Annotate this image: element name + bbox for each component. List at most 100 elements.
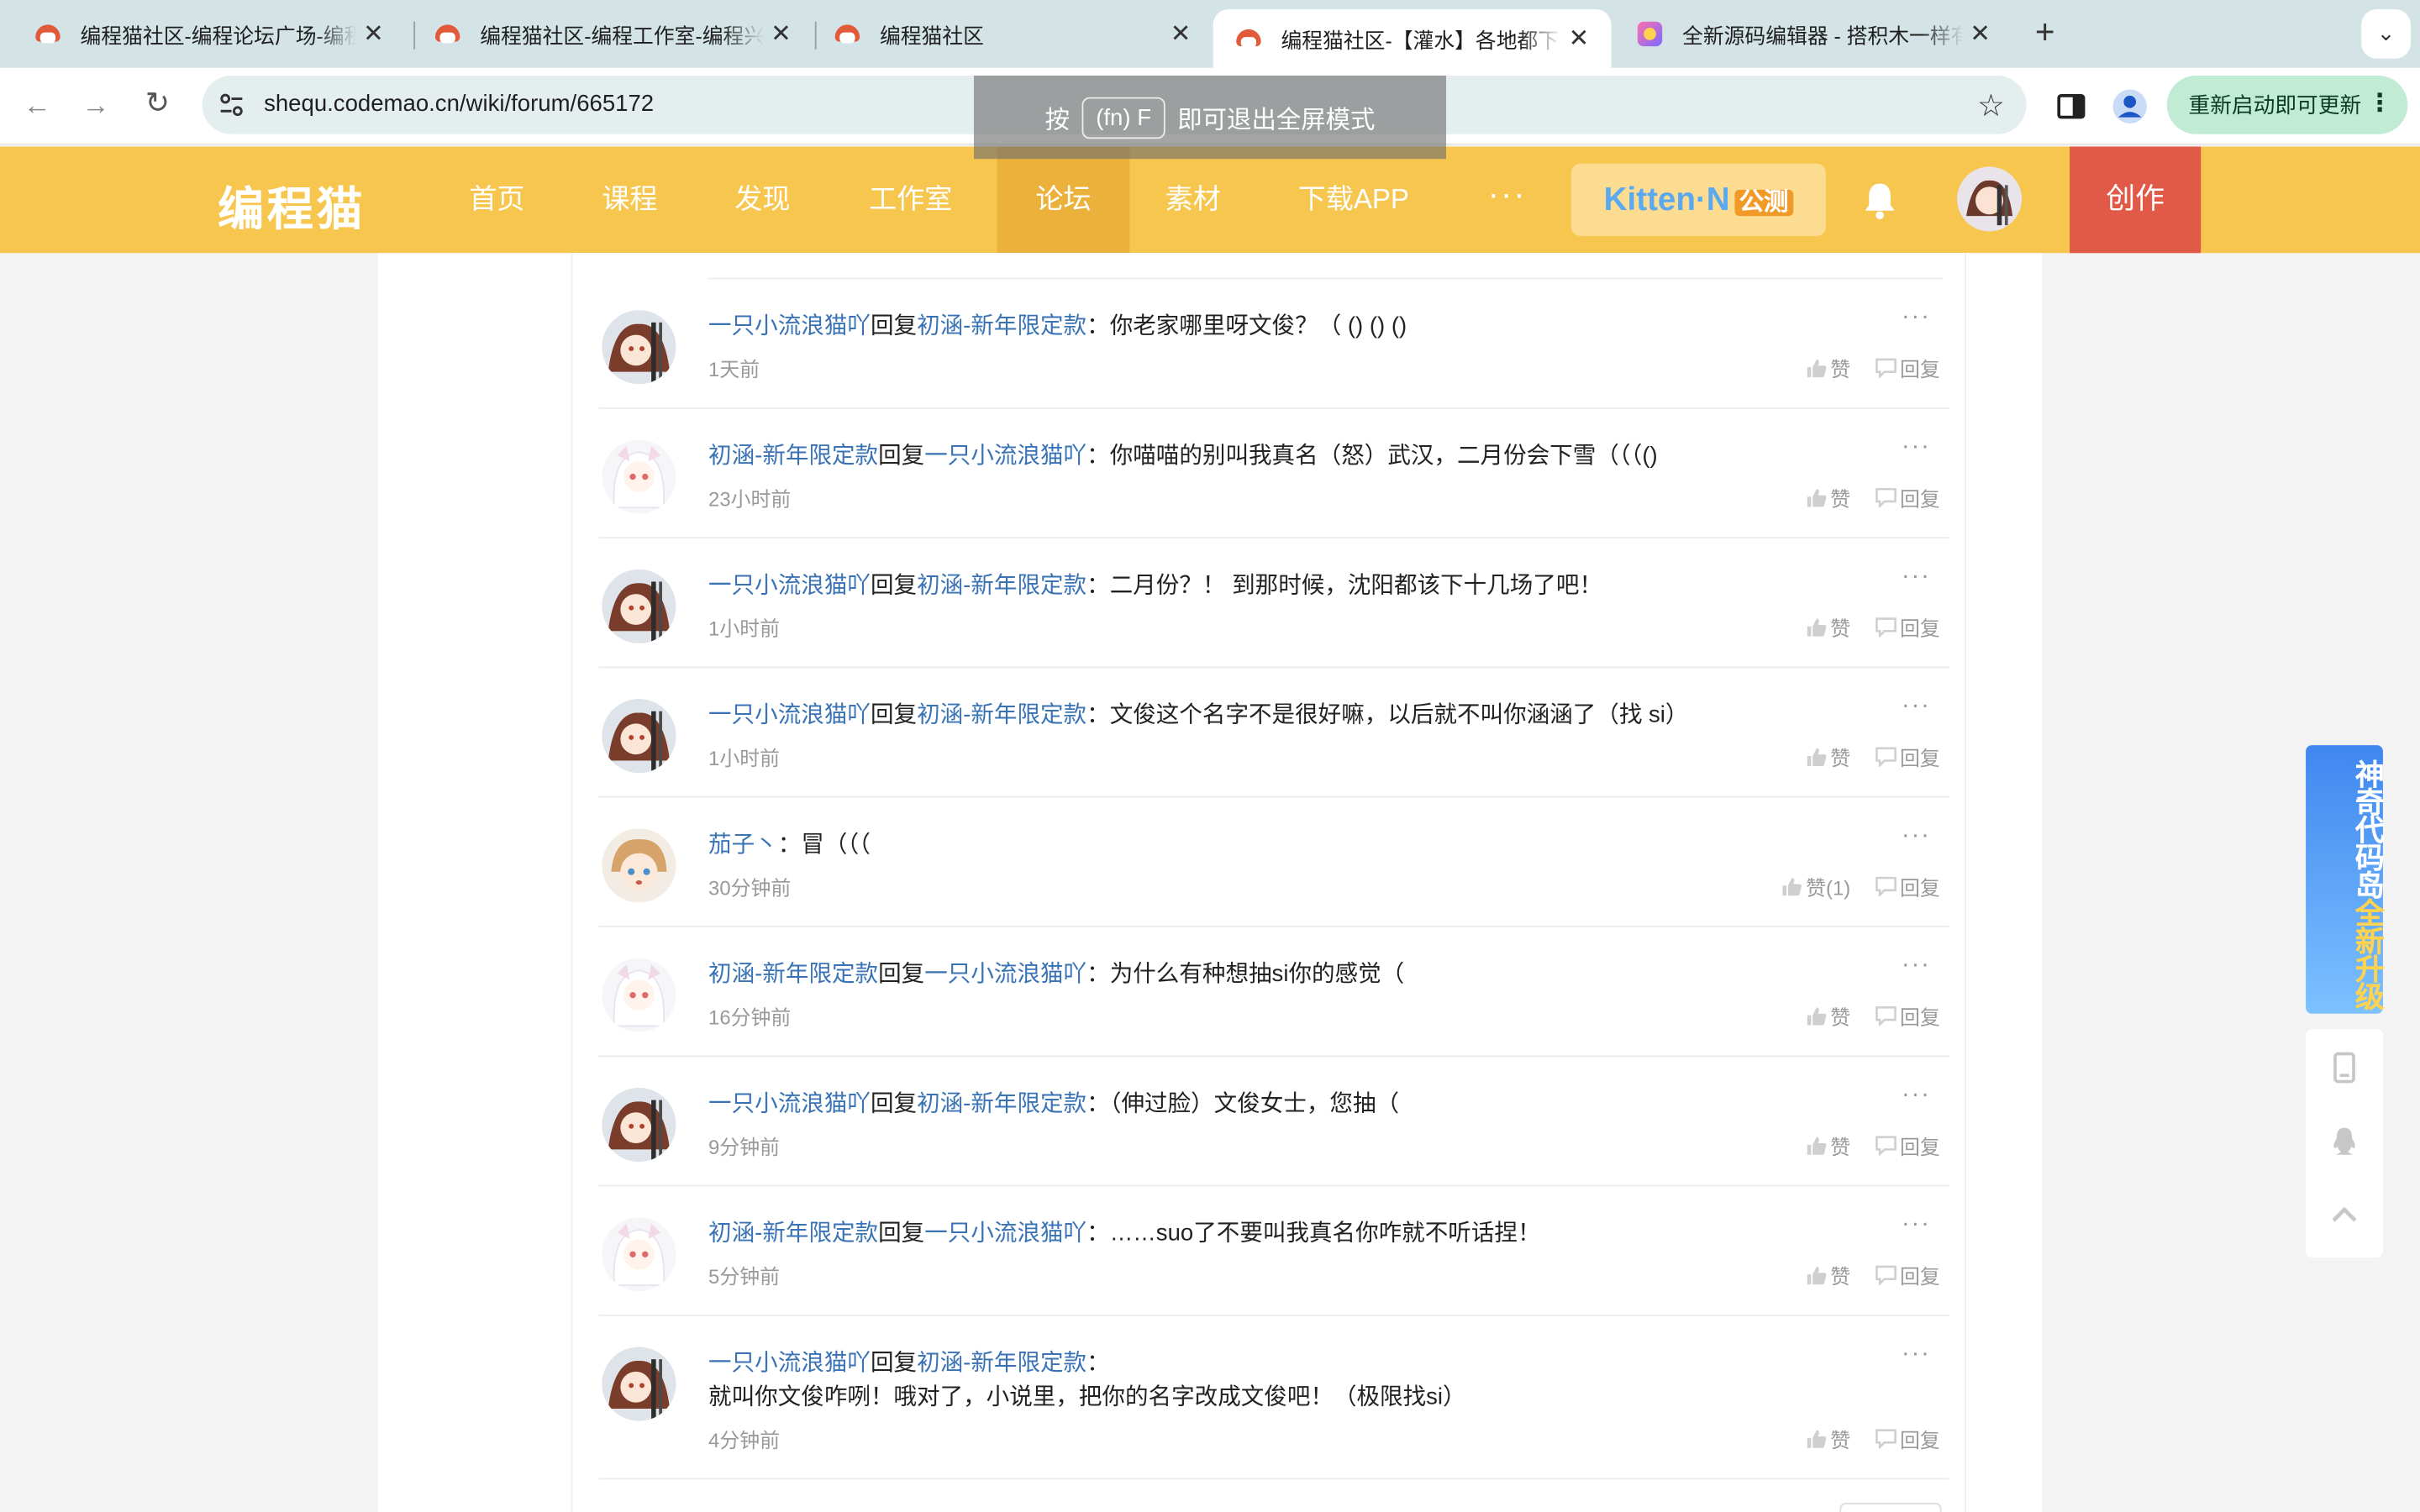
code-island-promo-banner[interactable]: 神奇代码岛全新升级 — [2306, 745, 2383, 1014]
reply-target-link[interactable]: 初涵-新年限定款 — [917, 313, 1086, 339]
close-icon[interactable]: ✕ — [764, 18, 797, 50]
cat-avatar[interactable] — [602, 1087, 676, 1163]
url-text[interactable]: shequ.codemao.cn/wiki/forum/665172 — [264, 91, 654, 117]
reply-button[interactable]: 回复 — [1876, 1001, 1940, 1031]
back-to-top-button[interactable] — [2306, 1179, 2383, 1252]
nav-courses[interactable]: 课程 — [566, 146, 693, 253]
site-settings-icon[interactable] — [218, 91, 245, 118]
more-options-icon[interactable]: ··· — [1902, 952, 1931, 979]
more-options-icon[interactable]: ··· — [1902, 1082, 1931, 1110]
site-logo[interactable]: 编程猫 — [218, 171, 366, 239]
close-icon[interactable]: ✕ — [1963, 18, 1996, 50]
reply-target-link[interactable]: 初涵-新年限定款 — [917, 572, 1086, 598]
forward-arrow-icon[interactable]: → — [74, 83, 117, 126]
like-button[interactable]: 赞 — [1806, 354, 1850, 383]
nav-assets[interactable]: 素材 — [1129, 146, 1256, 253]
browser-tab[interactable]: 全新源码编辑器 - 搭积木一样有 ✕ — [1614, 9, 2012, 59]
cat-avatar[interactable] — [602, 699, 676, 774]
nav-more-icon[interactable]: ··· — [1488, 146, 1527, 253]
more-options-icon[interactable]: ··· — [1902, 693, 1931, 721]
close-icon[interactable]: ✕ — [1164, 18, 1197, 50]
reply-button[interactable]: 回复 — [1876, 612, 1940, 642]
more-options-icon[interactable]: ··· — [1902, 1341, 1931, 1368]
browser-tab[interactable]: 编程猫社区-编程论坛广场-编程 ✕ — [13, 9, 406, 59]
like-button[interactable]: 赞 — [1806, 742, 1850, 771]
reply-item: 初涵-新年限定款回复一只小流浪猫吖：……suo了不要叫我真名你咋就不听话捏！ 5分… — [598, 1186, 1949, 1316]
kitten-n-banner[interactable]: Kitten·N 公测 — [1570, 163, 1826, 237]
nav-forum[interactable]: 论坛 — [997, 146, 1130, 254]
reload-icon[interactable]: ↻ — [136, 83, 179, 126]
more-options-icon[interactable]: ··· — [1902, 822, 1931, 850]
reply-target-link[interactable]: 初涵-新年限定款 — [917, 1350, 1086, 1376]
reply-target-link[interactable]: 初涵-新年限定款 — [917, 702, 1086, 728]
browser-tab[interactable]: 编程猫社区 ✕ — [812, 9, 1213, 59]
browser-tab-active[interactable]: 编程猫社区-【灌水】各地都下 ✕ — [1213, 9, 1612, 68]
like-button[interactable]: 赞 — [1806, 483, 1850, 512]
girl-avatar[interactable] — [602, 1217, 676, 1292]
mobile-app-button[interactable] — [2306, 1031, 2383, 1105]
back-arrow-icon[interactable]: ← — [15, 83, 58, 126]
cat-avatar[interactable] — [602, 310, 676, 385]
reply-author-link[interactable]: 初涵-新年限定款 — [708, 961, 878, 987]
reply-button[interactable]: 回复 — [1876, 354, 1940, 383]
like-button[interactable]: 赞 — [1806, 1424, 1850, 1453]
girl-avatar[interactable] — [602, 958, 676, 1032]
reply-button[interactable]: 回复 — [1876, 1131, 1940, 1160]
cat-avatar[interactable] — [602, 569, 676, 643]
thumbs-up-icon — [1807, 1007, 1827, 1026]
reply-author-link[interactable]: 茄子丶 — [708, 832, 778, 858]
reply-target-link[interactable]: 一只小流浪猫吖 — [924, 961, 1086, 987]
like-button[interactable]: 赞 — [1806, 1131, 1850, 1160]
close-icon[interactable]: ✕ — [356, 18, 390, 50]
nav-discover[interactable]: 发现 — [699, 146, 826, 253]
more-options-icon[interactable]: ··· — [1902, 1211, 1931, 1239]
nav-download-app[interactable]: 下载APP — [1262, 146, 1444, 253]
reply-author-link[interactable]: 初涵-新年限定款 — [708, 443, 878, 469]
user-avatar[interactable] — [1956, 166, 2023, 232]
reply-actions: 赞 回复 — [1806, 483, 1940, 512]
comment-icon — [1876, 747, 1897, 767]
reply-author-link[interactable]: 一只小流浪猫吖 — [708, 1091, 871, 1117]
reply-author-link[interactable]: 一只小流浪猫吖 — [708, 702, 871, 728]
load-more-stub[interactable] — [1839, 1502, 1942, 1512]
reply-target-link[interactable]: 一只小流浪猫吖 — [924, 1221, 1086, 1247]
reply-text-line: 一只小流浪猫吖回复初涵-新年限定款：你老家哪里呀文俊？（ () () () — [708, 310, 1858, 344]
reply-button[interactable]: 回复 — [1876, 483, 1940, 512]
qq-button[interactable] — [2306, 1105, 2383, 1179]
reply-button[interactable]: 回复 — [1876, 872, 1940, 901]
like-button[interactable]: 赞 — [1806, 612, 1850, 642]
reply-author-link[interactable]: 一只小流浪猫吖 — [708, 313, 871, 339]
more-vert-icon[interactable]: ⋮ — [2368, 76, 2392, 134]
tab-search-chevron-icon[interactable]: ⌄ — [2361, 9, 2411, 59]
kitten-tag: 公测 — [1734, 189, 1793, 217]
reply-target-link[interactable]: 初涵-新年限定款 — [917, 1091, 1086, 1117]
close-icon[interactable]: ✕ — [1562, 24, 1596, 55]
new-tab-button[interactable]: + — [2025, 13, 2065, 55]
reply-text-line: 一只小流浪猫吖回复初涵-新年限定款：文俊这个名字不是很好嘛，以后就不叫你涵涵了（… — [708, 699, 1858, 732]
reply-author-link[interactable]: 初涵-新年限定款 — [708, 1221, 878, 1247]
nav-home[interactable]: 首页 — [434, 146, 560, 253]
browser-tab[interactable]: 编程猫社区-编程工作室-编程兴 ✕ — [412, 9, 813, 59]
profile-icon[interactable] — [2110, 87, 2150, 127]
more-options-icon[interactable]: ··· — [1902, 433, 1931, 461]
more-options-icon[interactable]: ··· — [1902, 563, 1931, 591]
reply-author-link[interactable]: 一只小流浪猫吖 — [708, 572, 871, 598]
side-panel-icon[interactable] — [2051, 87, 2091, 127]
bookmark-star-icon[interactable]: ☆ — [1977, 87, 2005, 125]
like-button[interactable]: 赞(1) — [1781, 872, 1850, 901]
reply-button[interactable]: 回复 — [1876, 1261, 1940, 1290]
reply-button[interactable]: 回复 — [1876, 742, 1940, 771]
update-chrome-button[interactable]: 重新启动即可更新 ⋮ — [2166, 76, 2408, 134]
cat-avatar[interactable] — [602, 1347, 676, 1421]
reply-target-link[interactable]: 一只小流浪猫吖 — [924, 443, 1086, 469]
create-button[interactable]: 创作 — [2070, 146, 2202, 254]
reply-button[interactable]: 回复 — [1876, 1424, 1940, 1453]
like-button[interactable]: 赞 — [1806, 1001, 1850, 1031]
nav-studio[interactable]: 工作室 — [834, 146, 988, 253]
girl-avatar[interactable] — [602, 439, 676, 514]
reply-author-link[interactable]: 一只小流浪猫吖 — [708, 1350, 871, 1376]
boy-avatar[interactable] — [602, 828, 676, 903]
bell-icon[interactable] — [1857, 177, 1903, 223]
like-button[interactable]: 赞 — [1806, 1261, 1850, 1290]
more-options-icon[interactable]: ··· — [1902, 304, 1931, 332]
